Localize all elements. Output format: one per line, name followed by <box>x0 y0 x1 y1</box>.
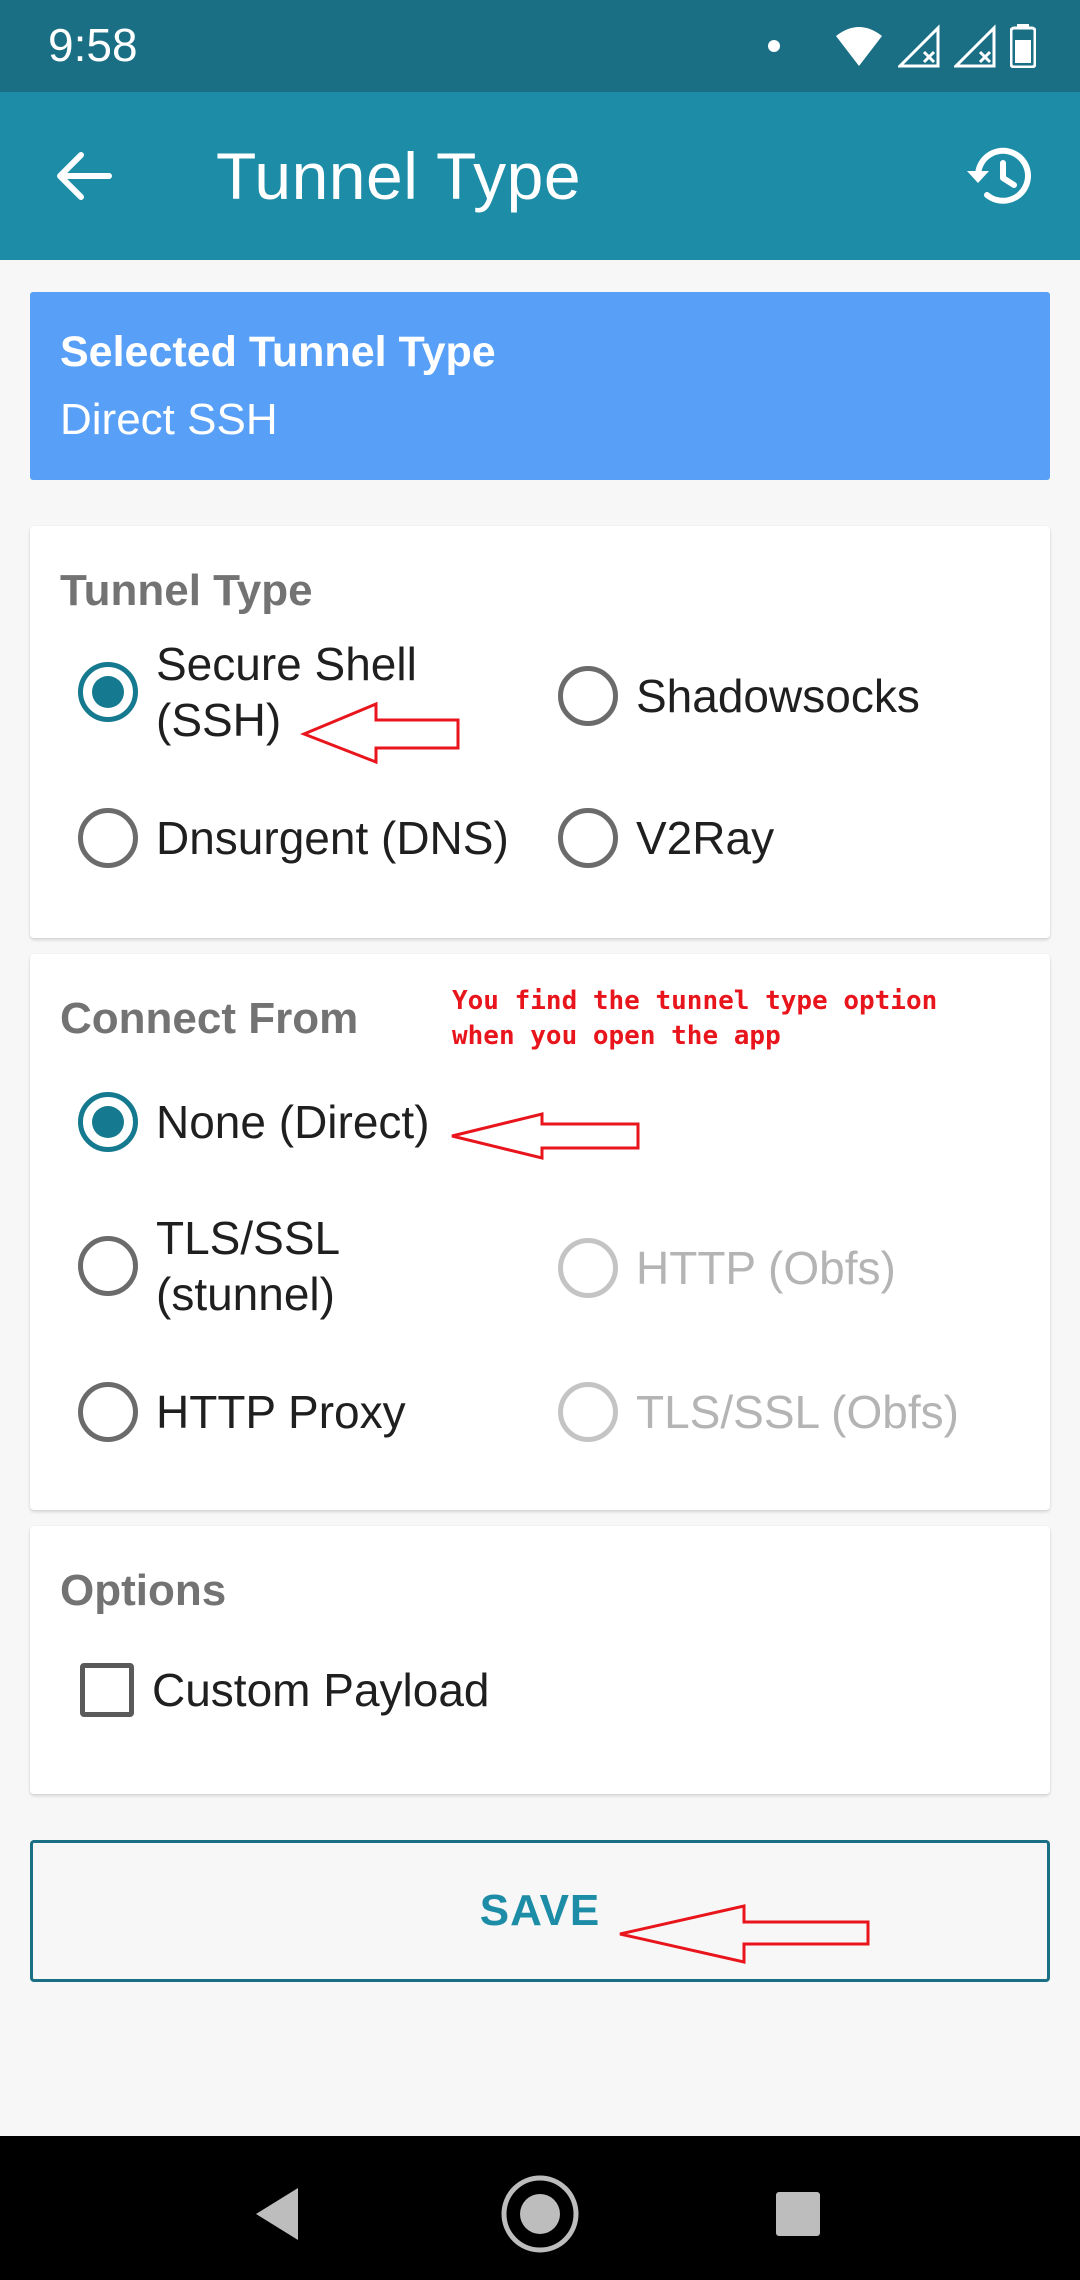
nav-home-button[interactable] <box>500 2174 580 2254</box>
custom-payload-checkbox[interactable] <box>80 1663 134 1717</box>
history-button[interactable] <box>960 136 1040 216</box>
option-label-http-obfs: HTTP (Obfs) <box>636 1242 896 1294</box>
battery-icon <box>1010 24 1036 68</box>
custom-payload-option[interactable]: Custom Payload <box>80 1662 490 1718</box>
radio-option-v2ray[interactable]: V2Ray <box>558 808 774 868</box>
radio-option-tls-ssl-obfs[interactable]: TLS/SSL (Obfs) <box>558 1382 959 1442</box>
option-label-tls-ssl-obfs: TLS/SSL (Obfs) <box>636 1386 959 1438</box>
option-label-shadowsocks: Shadowsocks <box>636 670 920 722</box>
custom-payload-label: Custom Payload <box>152 1664 490 1716</box>
radio-option-http-obfs[interactable]: HTTP (Obfs) <box>558 1238 896 1298</box>
arrow-left-icon <box>57 152 112 200</box>
option-label-v2ray: V2Ray <box>636 812 775 864</box>
save-button[interactable]: SAVE <box>30 1840 1050 1982</box>
radio-option-dns[interactable]: Dnsurgent (DNS) <box>78 808 509 868</box>
app-bar: Tunnel Type <box>0 92 1080 260</box>
nav-recents-button[interactable] <box>758 2174 838 2254</box>
radio-option-none-direct[interactable]: None (Direct) <box>78 1092 430 1152</box>
nav-back-button[interactable] <box>238 2174 318 2254</box>
navigation-bar <box>0 2136 1080 2280</box>
cell-signal-2-icon <box>954 24 996 68</box>
option-label-http-proxy: HTTP Proxy <box>156 1386 406 1438</box>
connect-from-title: Connect From <box>60 994 359 1043</box>
option-label-none-direct: None (Direct) <box>156 1096 430 1148</box>
notification-dot-icon <box>768 40 780 52</box>
option-label-tls-ssl: TLS/SSL (stunnel) <box>156 1212 341 1320</box>
circle-home-icon <box>501 2175 579 2253</box>
tunnel-type-title: Tunnel Type <box>60 566 313 615</box>
radio-http-obfs[interactable] <box>558 1238 618 1298</box>
radio-dns[interactable] <box>78 808 138 868</box>
square-recents-icon <box>776 2192 820 2236</box>
annotation-arrow-save <box>619 1904 870 1964</box>
radio-option-shadowsocks[interactable]: Shadowsocks <box>558 666 920 726</box>
options-title: Options <box>60 1566 227 1615</box>
radio-v2ray[interactable] <box>558 808 618 868</box>
options-card: Options Custom Payload <box>30 1526 1050 1794</box>
radio-option-http-proxy[interactable]: HTTP Proxy <box>78 1382 406 1442</box>
radio-ssh[interactable] <box>78 662 138 722</box>
selected-tunnel-label: Selected Tunnel Type <box>60 328 496 376</box>
radio-none-direct[interactable] <box>78 1092 138 1152</box>
status-icons: 4 <box>768 22 1036 70</box>
radio-shadowsocks[interactable] <box>558 666 618 726</box>
selected-tunnel-value: Direct SSH <box>60 395 278 444</box>
svg-text:4: 4 <box>865 50 875 68</box>
tunnel-type-card: Tunnel Type Secure Shell (SSH) Shadowsock… <box>30 526 1050 938</box>
radio-option-tls-ssl[interactable]: TLS/SSL (stunnel) <box>78 1210 340 1322</box>
status-time: 9:58 <box>48 19 138 71</box>
page-title: Tunnel Type <box>216 139 582 213</box>
radio-tls-ssl[interactable] <box>78 1236 138 1296</box>
history-icon <box>967 147 1031 204</box>
annotation-arrow-none-direct <box>451 1112 640 1160</box>
annotation-arrow-ssh <box>300 701 460 764</box>
radio-tls-ssl-obfs[interactable] <box>558 1382 618 1442</box>
wifi-icon: 4 <box>836 27 882 68</box>
cell-signal-icon <box>898 24 940 68</box>
back-button[interactable] <box>48 140 120 212</box>
status-bar: 9:58 4 <box>0 0 1080 92</box>
annotation-text: You find the tunnel type option when you … <box>452 986 938 1051</box>
triangle-back-icon <box>256 2188 298 2240</box>
radio-http-proxy[interactable] <box>78 1382 138 1442</box>
selected-tunnel-banner: Selected Tunnel Type Direct SSH <box>30 292 1050 480</box>
option-label-dns: Dnsurgent (DNS) <box>156 812 509 864</box>
